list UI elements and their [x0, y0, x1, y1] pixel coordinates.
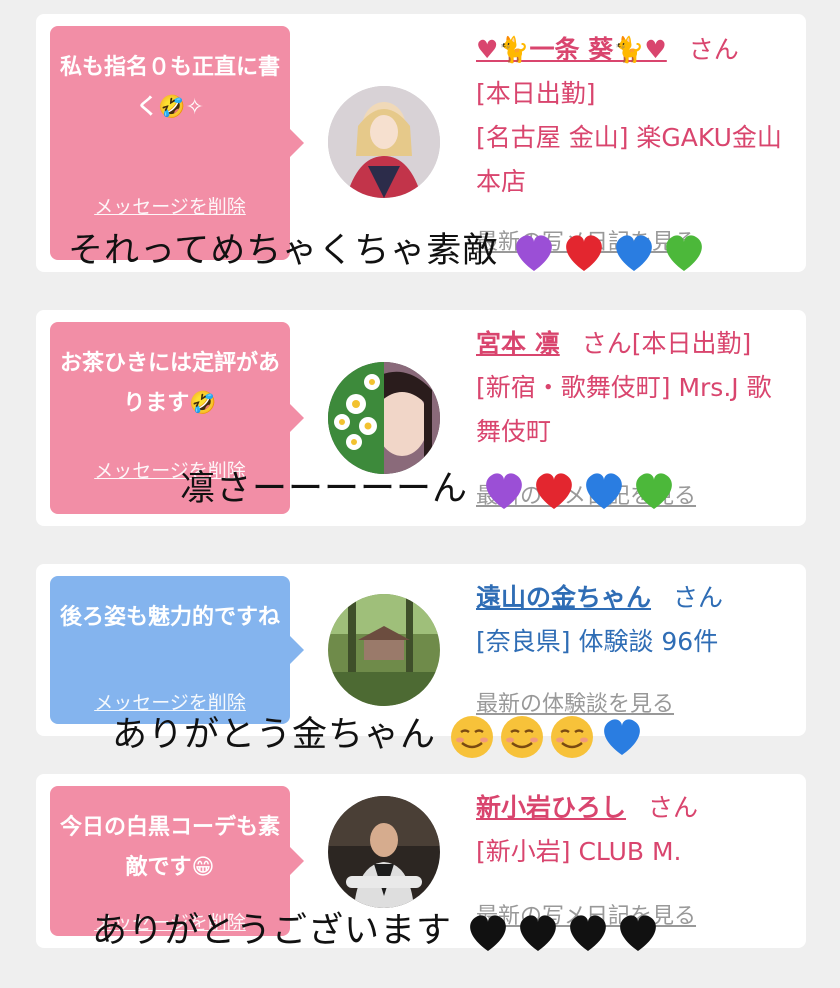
overlay-caption: ありがとうございます: [92, 902, 664, 955]
black-heart-icon: [570, 915, 607, 951]
honorific: さん: [581, 329, 632, 358]
profile-name-link[interactable]: 宮本 凛: [476, 329, 560, 358]
overlay-text: ありがとう金ちゃん: [112, 715, 437, 755]
profile-info: ♥🐈一条 葵🐈♥ さん [本日出勤] [名古屋 金山] 楽GAKU金山本店: [476, 28, 792, 204]
avatar[interactable]: [328, 86, 440, 198]
message-text: 今日の白黒コーデも素敵です😁: [60, 815, 281, 880]
overlay-caption: 凛さーーーーーん: [180, 460, 680, 513]
work-status: [本日出勤]: [631, 329, 752, 358]
hearts-group: [448, 713, 648, 759]
avatar[interactable]: [328, 594, 440, 706]
delete-message-link[interactable]: メッセージを削除: [50, 192, 290, 219]
blue-heart-icon: [586, 473, 623, 509]
profile-info: 宮本 凛さん[本日出勤] [新宿・歌舞伎町] Mrs.J 歌舞伎町: [476, 322, 792, 454]
red-heart-icon: [536, 473, 573, 509]
blue-heart-icon: [604, 719, 641, 755]
smiling-face-icon: [551, 716, 594, 758]
overlay-caption: それってめちゃくちゃ素敵: [68, 222, 710, 275]
black-heart-icon: [470, 915, 507, 951]
overlay-text: ありがとうございます: [92, 911, 453, 951]
purple-heart-icon: [486, 473, 523, 509]
black-heart-icon: [620, 915, 657, 951]
hearts-group: [464, 909, 664, 955]
hearts-group: [510, 229, 710, 275]
work-status: [本日出勤]: [476, 79, 596, 108]
message-text: 私も指名０も正直に書く🤣✧: [60, 55, 281, 120]
blue-heart-icon: [616, 235, 653, 271]
profile-name-link[interactable]: 遠山の金ちゃん: [476, 583, 651, 612]
honorific: さん: [673, 583, 724, 612]
profile-name-link[interactable]: 新小岩ひろし: [476, 793, 626, 822]
profile-info: 新小岩ひろし さん [新小岩] CLUB M.: [476, 786, 792, 874]
shop-location: [奈良県] 体験談 96件: [476, 627, 719, 656]
profile-info: 遠山の金ちゃん さん [奈良県] 体験談 96件: [476, 576, 792, 664]
shop-location: [名古屋 金山] 楽GAKU金山本店: [476, 123, 782, 196]
message-text: 後ろ姿も魅力的ですね: [60, 605, 281, 630]
overlay-text: 凛さーーーーーん: [180, 469, 469, 509]
black-heart-icon: [520, 915, 557, 951]
message-bubble: 後ろ姿も魅力的ですね メッセージを削除: [50, 576, 304, 724]
avatar[interactable]: [328, 362, 440, 474]
smiling-face-icon: [501, 716, 544, 758]
smiling-face-icon: [451, 716, 494, 758]
avatar[interactable]: [328, 796, 440, 908]
shop-location: [新小岩] CLUB M.: [476, 837, 682, 866]
message-text: お茶ひきには定評があります🤣: [60, 351, 281, 416]
purple-heart-icon: [516, 235, 553, 271]
honorific: さん: [688, 35, 739, 64]
overlay-text: それってめちゃくちゃ素敵: [68, 231, 499, 271]
honorific: さん: [648, 793, 699, 822]
overlay-caption: ありがとう金ちゃん: [112, 706, 648, 759]
green-heart-icon: [666, 235, 703, 271]
profile-name-link[interactable]: ♥🐈一条 葵🐈♥: [476, 35, 667, 64]
red-heart-icon: [566, 235, 603, 271]
shop-location: [新宿・歌舞伎町] Mrs.J 歌舞伎町: [476, 373, 772, 446]
hearts-group: [480, 467, 680, 513]
green-heart-icon: [636, 473, 673, 509]
